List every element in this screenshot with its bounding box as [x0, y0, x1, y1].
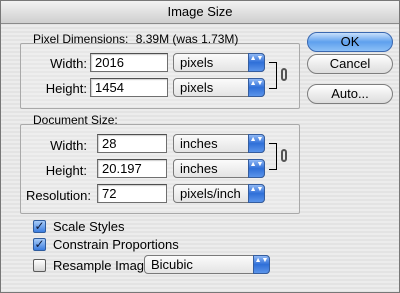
popup-arrows-icon: ▲▼	[248, 53, 265, 72]
document-height-unit-select[interactable]: inches ▲▼	[173, 159, 265, 178]
pixel-dimensions-header: Pixel Dimensions: 8.39M (was 1.73M)	[33, 32, 238, 46]
popup-arrows-icon: ▲▼	[248, 78, 265, 97]
pixel-dimensions-summary: 8.39M (was 1.73M)	[135, 32, 239, 46]
pixel-height-unit-value: pixels	[180, 80, 214, 95]
pixel-height-label: Height:	[45, 81, 87, 96]
document-width-unit-value: inches	[180, 136, 218, 151]
pixel-width-unit-select[interactable]: pixels ▲▼	[173, 53, 265, 72]
popup-arrows-icon: ▲▼	[248, 184, 265, 203]
pixel-height-unit-select[interactable]: pixels ▲▼	[173, 78, 265, 97]
scale-styles-label: Scale Styles	[53, 219, 125, 234]
resample-method-select[interactable]: Bicubic ▲▼	[144, 255, 270, 274]
document-width-unit-select[interactable]: inches ▲▼	[173, 134, 265, 153]
document-width-label: Width:	[50, 138, 87, 153]
image-size-dialog: Image Size Pixel Dimensions: 8.39M (was …	[0, 0, 400, 293]
resolution-unit-select[interactable]: pixels/inch ▲▼	[173, 184, 265, 203]
dialog-title: Image Size	[1, 1, 399, 24]
document-size-title: Document Size:	[33, 113, 118, 127]
resolution-unit-value: pixels/inch	[180, 186, 241, 201]
resolution-label: Resolution:	[25, 188, 91, 203]
document-width-input[interactable]: 28	[97, 134, 167, 153]
document-height-label: Height:	[45, 163, 87, 178]
resample-method-value: Bicubic	[151, 257, 193, 272]
document-link-bracket	[269, 143, 277, 170]
popup-arrows-icon: ▲▼	[248, 134, 265, 153]
constrain-proportions-label: Constrain Proportions	[53, 237, 179, 252]
resample-image-label: Resample Image:	[53, 258, 155, 273]
popup-arrows-icon: ▲▼	[253, 255, 270, 274]
pixel-width-label: Width:	[50, 56, 87, 71]
pixel-width-input[interactable]: 2016	[90, 53, 168, 72]
document-height-input[interactable]: 20.197	[97, 159, 167, 178]
popup-arrows-icon: ▲▼	[248, 159, 265, 178]
auto-button[interactable]: Auto...	[307, 84, 393, 104]
resolution-input[interactable]: 72	[97, 184, 167, 203]
pixel-dimensions-title: Pixel Dimensions:	[33, 32, 129, 46]
scale-styles-checkbox[interactable]: ✓	[33, 220, 46, 233]
constrain-proportions-checkbox[interactable]: ✓	[33, 238, 46, 251]
ok-button[interactable]: OK	[307, 32, 393, 52]
pixel-link-bracket	[269, 62, 277, 89]
cancel-button[interactable]: Cancel	[307, 54, 393, 74]
resample-image-checkbox[interactable]	[33, 259, 46, 272]
pixel-width-unit-value: pixels	[180, 55, 214, 70]
document-height-unit-value: inches	[180, 161, 218, 176]
chain-link-icon	[281, 68, 287, 81]
chain-link-icon	[281, 149, 287, 162]
pixel-height-input[interactable]: 1454	[90, 78, 168, 97]
